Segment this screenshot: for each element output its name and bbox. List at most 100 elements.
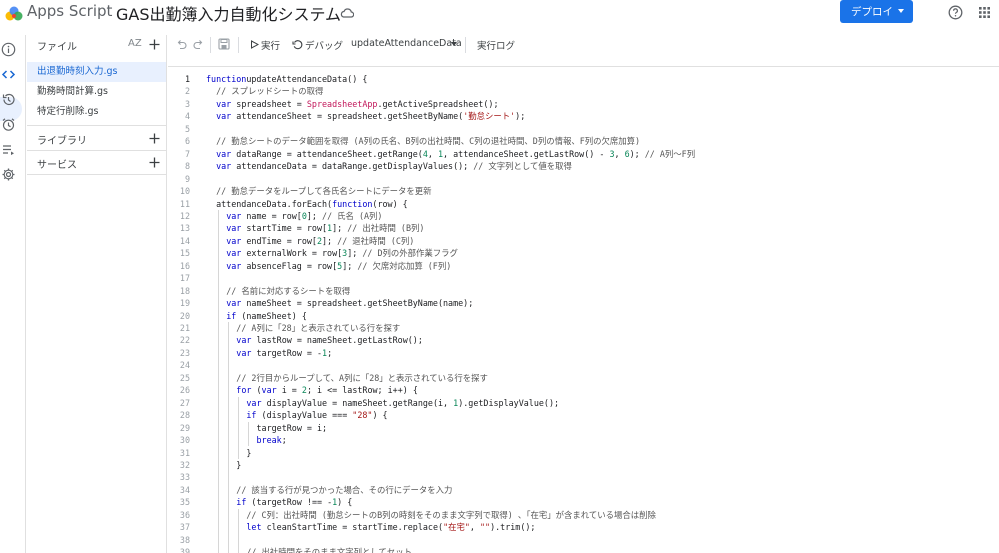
alarm-clock-icon[interactable] xyxy=(1,117,16,132)
line-number: 3 xyxy=(184,98,190,109)
code-line[interactable]: 39 // 出社時間をそのまま文字列としてセット xyxy=(168,546,999,553)
code-token: var xyxy=(226,298,242,309)
code-token: nameSheet = spreadsheet.getSheetByName(n… xyxy=(241,298,474,309)
cloud-saved-icon xyxy=(340,8,354,18)
code-line[interactable]: 16 var absenceFlag = row[5]; // 欠席対応加算 (F… xyxy=(168,260,999,273)
line-number: 28 xyxy=(179,410,190,421)
line-number: 31 xyxy=(179,447,190,458)
code-token: // 名前に対応するシートを取得 xyxy=(226,285,351,296)
indent-guide xyxy=(238,396,240,459)
sort-az-icon[interactable]: AZ xyxy=(128,38,142,49)
run-icon[interactable] xyxy=(250,40,259,49)
code-line[interactable]: 32} xyxy=(168,459,999,472)
code-line[interactable]: 21 // A列に「28」と表示されている行を探す xyxy=(168,322,999,335)
code-line[interactable]: 17 xyxy=(168,272,999,285)
info-icon[interactable] xyxy=(1,42,16,57)
code-editor-icon[interactable] xyxy=(1,67,16,82)
code-line[interactable]: 29 targetRow = i; xyxy=(168,422,999,435)
code-line[interactable]: 34 // 該当する行が見つかった場合、その行にデータを入力 xyxy=(168,484,999,497)
add-service-icon[interactable] xyxy=(149,157,160,168)
line-number: 37 xyxy=(179,522,190,533)
save-icon[interactable] xyxy=(218,38,230,50)
code-line[interactable]: 36 // C列：出社時間 (勤怠シートのB列の時刻をそのまま文字列で取得) 、「… xyxy=(168,509,999,522)
code-line[interactable]: 2 // スプレッドシートの取得 xyxy=(168,85,999,98)
apps-script-logo[interactable] xyxy=(4,3,24,23)
code-line[interactable]: 7 var dataRange = attendanceSheet.getRang… xyxy=(168,148,999,161)
code-token: ) { xyxy=(372,410,388,421)
code-line[interactable]: 12 var name = row[0]; // 氏名 (A列) xyxy=(168,210,999,223)
line-number: 10 xyxy=(179,186,190,197)
code-line[interactable]: 19 var nameSheet = spreadsheet.getSheetBy… xyxy=(168,297,999,310)
code-line[interactable]: 10 // 勤怠データをループして各氏名シートにデータを更新 xyxy=(168,185,999,198)
code-line[interactable]: 24 xyxy=(168,359,999,372)
code-line[interactable]: 28 if (displayValue === "28") { xyxy=(168,409,999,422)
code-line[interactable]: 33 xyxy=(168,471,999,484)
code-line[interactable]: 38 xyxy=(168,534,999,547)
executions-icon[interactable] xyxy=(1,142,16,157)
code-token: ; xyxy=(281,435,287,446)
code-line[interactable]: 6 // 勤怠シートのデータ範囲を取得 (A列の氏名、B列の出社時間、C列の退社時… xyxy=(168,135,999,148)
code-token: // 文字列として値を取得 xyxy=(473,161,572,172)
code-line[interactable]: 8 var attendanceData = dataRange.getDispl… xyxy=(168,160,999,173)
code-line[interactable]: 1 functionupdateAttendanceData() { xyxy=(168,73,999,86)
code-line[interactable]: 20 if (nameSheet) { xyxy=(168,310,999,323)
deploy-label: デプロイ xyxy=(851,6,893,18)
code-line[interactable]: 27 var displayValue = nameSheet.getRange(… xyxy=(168,397,999,410)
code-token: targetRow = - xyxy=(251,347,323,358)
code-text: attendanceData.forEach(function(row) { xyxy=(216,198,408,211)
code-editor[interactable]: 1 functionupdateAttendanceData() {2// スプレ… xyxy=(168,66,999,553)
code-token: var xyxy=(216,98,232,109)
file-item[interactable]: 出退勤時刻入力.gs xyxy=(27,62,166,82)
run-button[interactable]: 実行 xyxy=(261,38,280,52)
line-number: 18 xyxy=(179,285,190,296)
code-line[interactable]: 18 // 名前に対応するシートを取得 xyxy=(168,285,999,298)
code-line[interactable]: 25 // 2行目からループして、A列に「28」と表示されている行を探す xyxy=(168,372,999,385)
function-selector[interactable]: updateAttendanceData xyxy=(351,38,462,49)
add-library-icon[interactable] xyxy=(149,133,160,144)
code-line[interactable]: 9 xyxy=(168,173,999,186)
add-file-icon[interactable] xyxy=(149,39,160,50)
chevron-down-icon[interactable] xyxy=(451,42,457,46)
code-line[interactable]: 23 var targetRow = -1; xyxy=(168,347,999,360)
undo-icon[interactable] xyxy=(176,39,187,50)
file-item[interactable]: 勤務時間計算.gs xyxy=(27,82,166,102)
code-line[interactable]: 15 var externalWork = row[3]; // D列の外部作業フ… xyxy=(168,247,999,260)
code-line[interactable]: 4 var attendanceSheet = spreadsheet.getSh… xyxy=(168,110,999,123)
settings-icon[interactable] xyxy=(1,167,16,182)
code-line[interactable]: 11 attendanceData.forEach(function(row) { xyxy=(168,198,999,211)
code-line[interactable]: 31} xyxy=(168,447,999,460)
code-token: "" xyxy=(480,522,491,533)
code-line[interactable]: 13 var startTime = row[1]; // 出社時間 (B列) xyxy=(168,222,999,235)
redo-icon[interactable] xyxy=(193,39,204,50)
code-text: // 勤怠データをループして各氏名シートにデータを更新 xyxy=(216,185,431,198)
line-number: 22 xyxy=(179,335,190,346)
code-line[interactable]: 35 if (targetRow !== -1) { xyxy=(168,496,999,509)
debug-button[interactable]: デバッグ xyxy=(305,38,343,52)
code-line[interactable]: 14 var endTime = row[2]; // 退社時間 (C列) xyxy=(168,235,999,248)
code-text: var lastRow = nameSheet.getLastRow(); xyxy=(236,334,423,347)
file-item[interactable]: 特定行削除.gs xyxy=(27,102,166,122)
help-icon[interactable] xyxy=(948,5,963,20)
code-text: // C列：出社時間 (勤怠シートのB列の時刻をそのまま文字列で取得) 、「在宅… xyxy=(246,509,655,522)
line-number: 32 xyxy=(179,459,190,470)
code-line[interactable]: 22 var lastRow = nameSheet.getLastRow(); xyxy=(168,334,999,347)
history-icon[interactable] xyxy=(1,92,16,107)
debug-icon[interactable] xyxy=(292,39,303,50)
line-number: 7 xyxy=(184,148,190,159)
indent-guide xyxy=(238,508,240,553)
code-line[interactable]: 37 let cleanStartTime = startTime.replace… xyxy=(168,521,999,534)
code-line[interactable]: 30 break; xyxy=(168,434,999,447)
google-apps-icon[interactable] xyxy=(979,7,990,18)
code-line[interactable]: 5 xyxy=(168,123,999,136)
execution-log-button[interactable]: 実行ログ xyxy=(477,38,515,52)
code-text: functionupdateAttendanceData() { xyxy=(206,73,367,86)
deploy-button[interactable]: デプロイ xyxy=(840,0,913,23)
code-text: var targetRow = -1; xyxy=(236,347,332,360)
code-line[interactable]: 26 for (var i = 2; i <= lastRow; i++) { xyxy=(168,384,999,397)
toolbar-divider xyxy=(210,37,211,53)
project-title[interactable]: GAS出勤簿入力自動化システム xyxy=(116,1,341,25)
code-token: var xyxy=(216,111,232,122)
code-text: var displayValue = nameSheet.getRange(i,… xyxy=(246,397,559,410)
code-line[interactable]: 3 var spreadsheet = SpreadsheetApp.getAct… xyxy=(168,98,999,111)
line-number: 1 xyxy=(184,74,190,84)
